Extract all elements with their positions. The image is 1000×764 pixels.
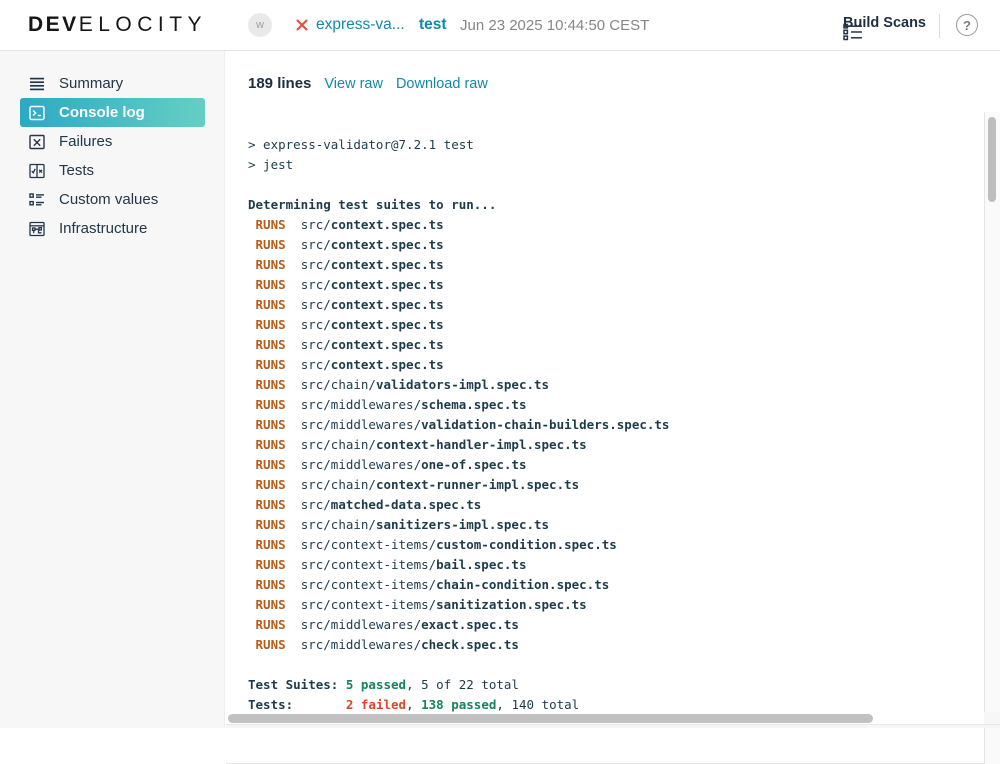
- console-line: RUNS src/middlewares/exact.spec.ts: [248, 615, 984, 635]
- console-line: [248, 655, 984, 675]
- console-line: RUNS src/context.spec.ts: [248, 335, 984, 355]
- top-header: DEVELOCITY w express-va... test Jun 23 2…: [0, 0, 1000, 51]
- console-line: RUNS src/context.spec.ts: [248, 315, 984, 335]
- sidebar-item-label: Tests: [59, 162, 94, 179]
- breadcrumb-project-link[interactable]: express-va...: [316, 16, 405, 34]
- console-line: RUNS src/matched-data.spec.ts: [248, 495, 984, 515]
- sidebar-item-label: Failures: [59, 133, 112, 150]
- console-line: RUNS src/chain/validators-impl.spec.ts: [248, 375, 984, 395]
- sidebar-item-label: Console log: [59, 104, 145, 121]
- breadcrumb-task-link[interactable]: test: [419, 16, 447, 34]
- sidebar-item-summary[interactable]: Summary: [20, 69, 205, 98]
- sidebar-item-label: Summary: [59, 75, 123, 92]
- console-line: Determining test suites to run...: [248, 195, 984, 215]
- custom-values-icon: [28, 191, 46, 209]
- console-line: RUNS src/middlewares/one-of.spec.ts: [248, 455, 984, 475]
- view-raw-link[interactable]: View raw: [324, 76, 383, 92]
- console-log: > express-validator@7.2.1 test> jest Det…: [226, 112, 984, 715]
- help-button[interactable]: ?: [956, 14, 978, 36]
- build-scans-button[interactable]: Build Scans: [843, 15, 926, 31]
- sidebar-item-failures[interactable]: Failures: [20, 127, 205, 156]
- console-line: RUNS src/context-items/chain-condition.s…: [248, 575, 984, 595]
- console-line: RUNS src/chain/context-handler-impl.spec…: [248, 435, 984, 455]
- build-failed-icon: [295, 18, 309, 32]
- vertical-scrollbar-thumb[interactable]: [988, 117, 996, 202]
- logo-text-rest: ELOCITY: [79, 13, 207, 36]
- sidebar-item-label: Custom values: [59, 191, 158, 208]
- console-line: > express-validator@7.2.1 test: [248, 135, 984, 155]
- sidebar-item-custom-values[interactable]: Custom values: [20, 185, 205, 214]
- console-icon: [28, 104, 46, 122]
- console-viewport[interactable]: > express-validator@7.2.1 test> jest Det…: [226, 112, 984, 764]
- console-line: > jest: [248, 155, 984, 175]
- console-line: RUNS src/middlewares/validation-chain-bu…: [248, 415, 984, 435]
- summary-icon: [28, 75, 46, 93]
- console-line: RUNS src/context-items/custom-condition.…: [248, 535, 984, 555]
- bottom-strip: [226, 724, 1000, 728]
- vertical-scrollbar-track[interactable]: [984, 112, 1000, 764]
- infrastructure-icon: [28, 220, 46, 238]
- console-line: Test Suites: 5 passed, 5 of 22 total: [248, 675, 984, 695]
- scrollbar-corner: [984, 712, 1000, 724]
- build-timestamp: Jun 23 2025 10:44:50 CEST: [460, 17, 649, 34]
- failures-icon: [28, 133, 46, 151]
- console-line: RUNS src/chain/context-runner-impl.spec.…: [248, 475, 984, 495]
- horizontal-scrollbar-thumb[interactable]: [228, 714, 873, 723]
- header-divider: [939, 14, 940, 38]
- console-line: RUNS src/context.spec.ts: [248, 235, 984, 255]
- sidebar-nav: Summary Console log Failures Tests Custom va…: [0, 51, 225, 728]
- console-log-panel: 189 lines View raw Download raw > expres…: [226, 51, 1000, 728]
- console-line: RUNS src/context.spec.ts: [248, 355, 984, 375]
- console-line: RUNS src/chain/sanitizers-impl.spec.ts: [248, 515, 984, 535]
- console-line: RUNS src/context.spec.ts: [248, 295, 984, 315]
- console-line: RUNS src/middlewares/check.spec.ts: [248, 635, 984, 655]
- console-toolbar: 189 lines View raw Download raw: [248, 75, 488, 92]
- console-line: RUNS src/middlewares/schema.spec.ts: [248, 395, 984, 415]
- console-line: [248, 175, 984, 195]
- sidebar-item-infrastructure[interactable]: Infrastructure: [20, 214, 205, 243]
- user-avatar[interactable]: w: [248, 13, 272, 37]
- avatar-letter: w: [256, 19, 264, 31]
- tests-icon: [28, 162, 46, 180]
- sidebar-item-label: Infrastructure: [59, 220, 147, 237]
- console-line: RUNS src/context.spec.ts: [248, 255, 984, 275]
- sidebar-item-console-log[interactable]: Console log: [20, 98, 205, 127]
- console-line: RUNS src/context.spec.ts: [248, 275, 984, 295]
- console-line: RUNS src/context-items/bail.spec.ts: [248, 555, 984, 575]
- develocity-logo[interactable]: DEVELOCITY: [28, 13, 207, 37]
- line-count: 189 lines: [248, 75, 311, 92]
- download-raw-link[interactable]: Download raw: [396, 76, 488, 92]
- console-line: RUNS src/context-items/sanitization.spec…: [248, 595, 984, 615]
- help-question-mark: ?: [963, 18, 971, 33]
- sidebar-item-tests[interactable]: Tests: [20, 156, 205, 185]
- console-line: RUNS src/context.spec.ts: [248, 215, 984, 235]
- logo-text-bold: DEV: [28, 13, 79, 36]
